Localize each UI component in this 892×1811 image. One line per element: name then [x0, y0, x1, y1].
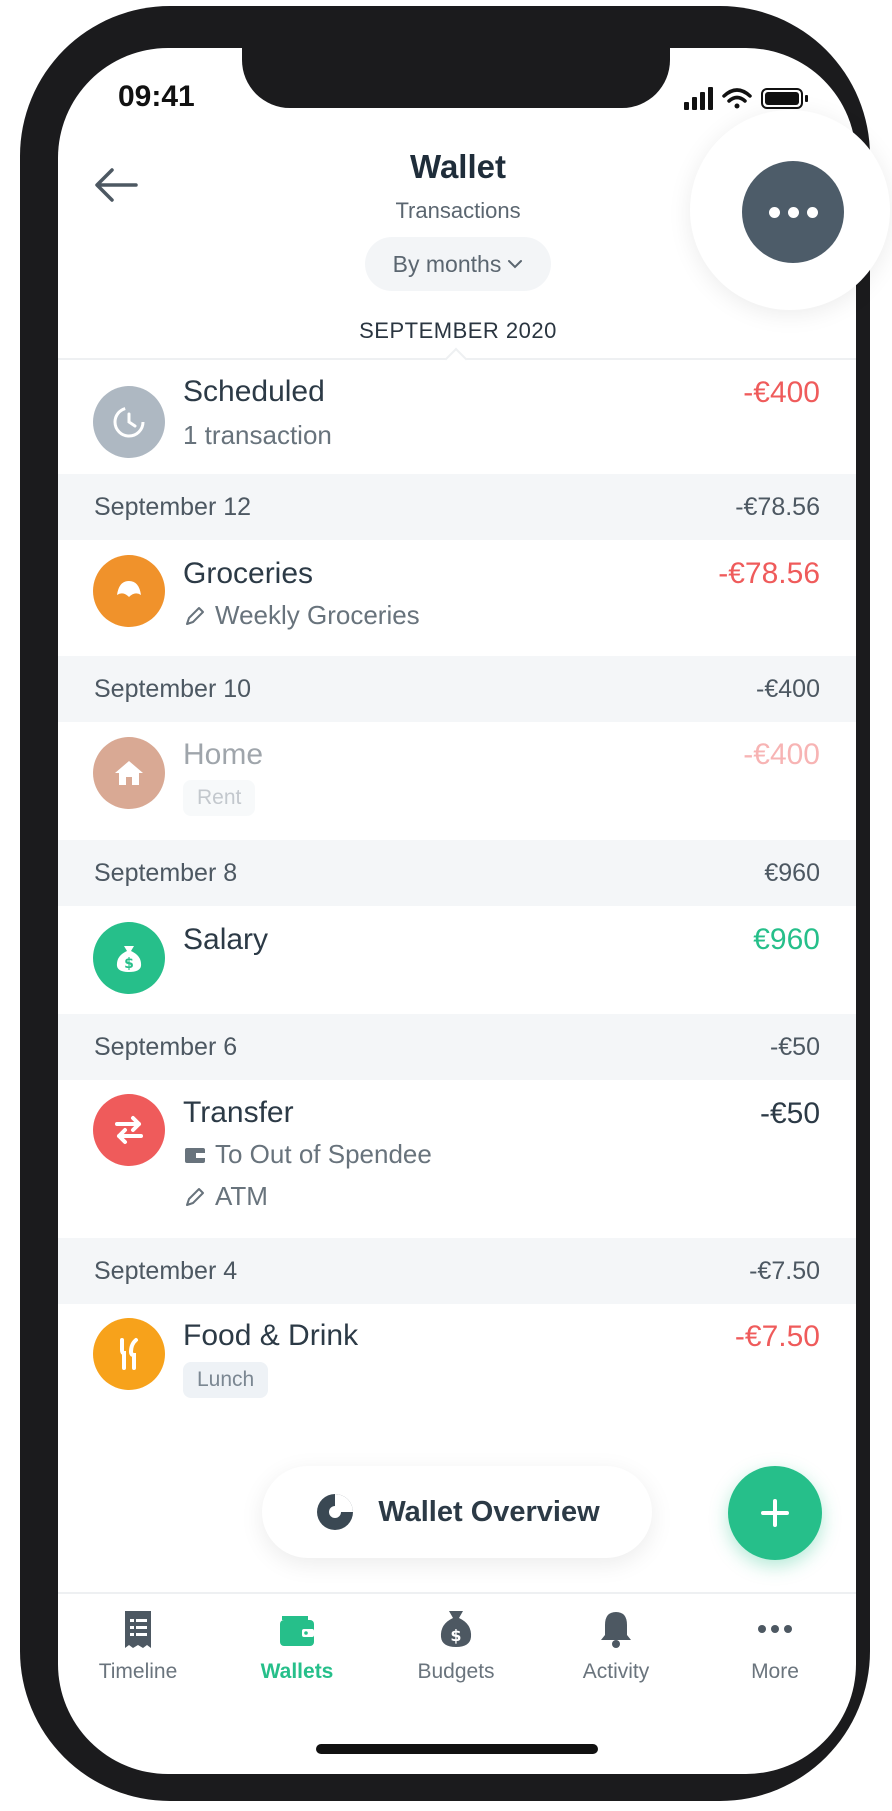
- tab-label: Activity: [582, 1660, 650, 1683]
- month-label[interactable]: SEPTEMBER 2020: [300, 318, 616, 344]
- day-header: September 6 -€50: [58, 1014, 856, 1080]
- transaction-amount: €960: [753, 923, 820, 956]
- scheduled-subtitle: 1 transaction: [183, 420, 332, 450]
- page-title: Wallet: [410, 148, 506, 185]
- day-header: September 10 -€400: [58, 656, 856, 722]
- day-total: -€7.50: [749, 1256, 820, 1285]
- status-time: 09:41: [118, 80, 195, 113]
- transaction-note-text: ATM: [215, 1181, 268, 1211]
- pencil-icon: [186, 1187, 204, 1206]
- tab-wallets[interactable]: Wallets: [232, 1608, 362, 1684]
- tab-label: Budgets: [417, 1660, 495, 1683]
- tabbar-divider: [58, 1592, 856, 1594]
- plus-icon: [761, 1499, 789, 1527]
- day-total: €960: [764, 858, 820, 887]
- transaction-title: Home: [183, 738, 264, 771]
- signal-icon: [684, 87, 713, 110]
- day-date: September 12: [94, 492, 252, 521]
- tab-activity[interactable]: Activity: [551, 1608, 681, 1684]
- tab-budgets[interactable]: $ Budgets: [391, 1608, 521, 1684]
- day-date: September 4: [94, 1256, 238, 1285]
- fork-knife-icon: [93, 1318, 165, 1390]
- transaction-title: Transfer: [183, 1096, 294, 1129]
- day-total: -€50: [769, 1032, 820, 1061]
- status-icons: [684, 87, 808, 110]
- bell-icon: [601, 1612, 631, 1648]
- transaction-note: ATM: [183, 1181, 268, 1212]
- transaction-title: Salary: [183, 923, 269, 956]
- day-date: September 8: [94, 858, 238, 887]
- money-bag-icon: $: [440, 1611, 472, 1647]
- scheduled-amount: -€400: [743, 376, 820, 409]
- svg-text:$: $: [450, 1626, 461, 1645]
- day-date: September 10: [94, 674, 252, 703]
- svg-text:$: $: [124, 956, 134, 972]
- day-total: -€400: [756, 674, 820, 703]
- wifi-icon: [722, 88, 752, 109]
- transaction-note-text: Weekly Groceries: [215, 600, 420, 630]
- tag-label: Rent: [183, 780, 256, 816]
- day-header: September 12 -€78.56: [58, 474, 856, 540]
- transfer-icon: [93, 1094, 165, 1166]
- day-total: -€78.56: [735, 492, 820, 521]
- back-arrow-icon[interactable]: [92, 165, 140, 205]
- dot: [806, 206, 818, 218]
- tab-label: More: [751, 1660, 799, 1683]
- tab-more[interactable]: More: [710, 1608, 840, 1684]
- transaction-amount: -€78.56: [718, 557, 820, 590]
- page-subtitle: Transactions: [395, 198, 521, 223]
- transaction-amount: -€50: [759, 1097, 820, 1130]
- transaction-wallet-text: To Out of Spendee: [215, 1139, 432, 1169]
- scheduled-icon: [93, 386, 165, 458]
- day-date: September 6: [94, 1032, 238, 1061]
- period-filter-dropdown[interactable]: By months: [365, 237, 551, 291]
- transaction-title: Food & Drink: [183, 1319, 359, 1352]
- add-transaction-button[interactable]: [728, 1466, 822, 1560]
- pencil-icon: [186, 606, 204, 625]
- money-bag-icon: $: [93, 922, 165, 994]
- wallet-icon: [280, 1616, 314, 1646]
- transaction-title: Groceries: [183, 557, 314, 590]
- dots-icon: [758, 1625, 792, 1633]
- transaction-tag: Lunch: [183, 1362, 269, 1398]
- transaction-wallet: To Out of Spendee: [183, 1139, 432, 1170]
- transaction-amount: -€7.50: [734, 1320, 820, 1353]
- period-filter-label: By months: [392, 250, 502, 277]
- receipt-icon: [125, 1611, 151, 1648]
- transaction-row[interactable]: [58, 1080, 856, 1236]
- dot: [768, 206, 780, 218]
- battery-icon: [761, 88, 808, 109]
- tab-timeline[interactable]: Timeline: [73, 1608, 203, 1684]
- notch: [242, 48, 670, 108]
- tab-label: Timeline: [98, 1660, 178, 1683]
- wallet-overview-label: Wallet Overview: [378, 1495, 600, 1528]
- day-header: September 4 -€7.50: [58, 1238, 856, 1304]
- transaction-tag: Rent: [183, 780, 256, 816]
- scheduled-title[interactable]: Scheduled: [183, 375, 325, 409]
- day-header: September 8 €960: [58, 840, 856, 906]
- transaction-row[interactable]: [58, 906, 856, 1014]
- tab-label: Wallets: [260, 1660, 334, 1683]
- transaction-note: Weekly Groceries: [183, 600, 420, 631]
- wallet-small-icon: [185, 1147, 205, 1163]
- transaction-row[interactable]: [58, 722, 856, 850]
- tag-label: Lunch: [183, 1362, 269, 1398]
- transaction-amount: -€400: [743, 738, 820, 771]
- wallet-overview-button[interactable]: Wallet Overview: [262, 1466, 652, 1558]
- dot: [787, 206, 799, 218]
- pie-chart-icon: [317, 1494, 354, 1530]
- more-options-button[interactable]: [742, 161, 844, 263]
- home-indicator: [316, 1744, 598, 1754]
- house-icon: [93, 737, 165, 809]
- chevron-down-icon: [508, 260, 523, 269]
